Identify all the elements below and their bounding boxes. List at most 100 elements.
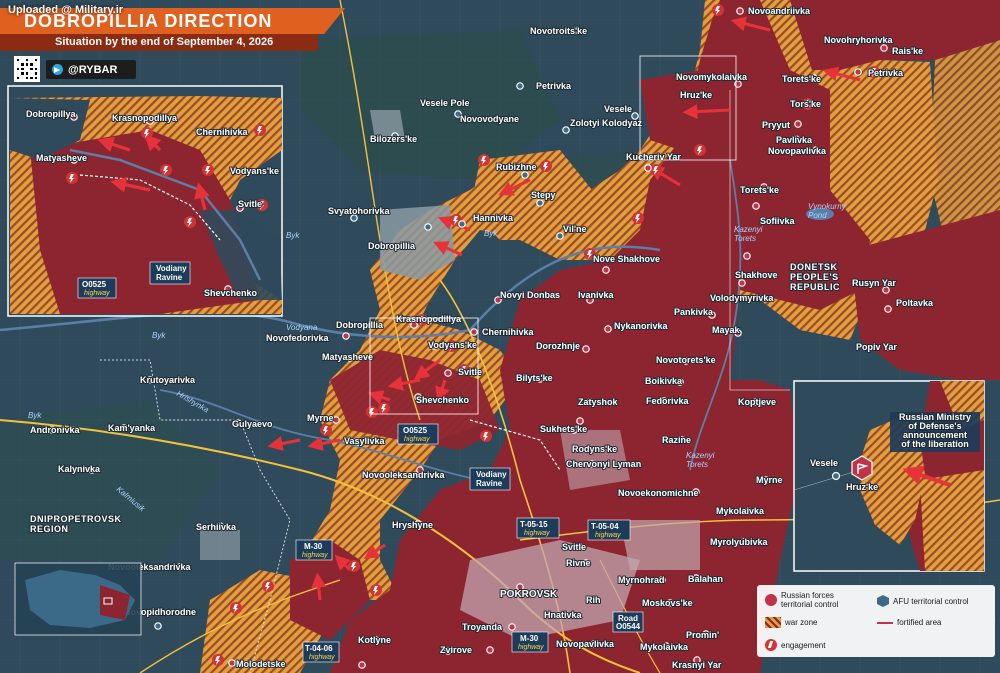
river-label: Byk xyxy=(28,411,42,420)
town-label: Shakhove xyxy=(735,270,778,280)
town-label: Krutoyarivka xyxy=(140,375,196,385)
town-label: Novotorets'ke xyxy=(656,355,716,365)
town-label: Matyasheve xyxy=(322,352,373,362)
inset-town-label: Shevchenko xyxy=(204,288,258,298)
legend-item-engagement: engagement xyxy=(765,639,825,651)
page-subtitle: Situation by the end of September 4, 202… xyxy=(55,36,274,48)
road-tag-m30-south: M-30 highway xyxy=(511,631,549,653)
brand-tag[interactable]: @RYBAR xyxy=(46,60,136,79)
town-label: Mykolaivka xyxy=(716,506,765,516)
town-label: Balahan xyxy=(688,574,723,584)
town-label: Chervonyi Lyman xyxy=(566,459,641,469)
war-zone-swatch xyxy=(765,617,781,628)
town-label: Novooleksandrivka xyxy=(362,470,446,480)
town-label: Torets'ke xyxy=(740,185,779,195)
town-label: Myrolyubivka xyxy=(710,537,769,547)
city-serhiivka xyxy=(200,530,240,560)
town-label: Molodetske xyxy=(236,659,286,669)
town-label: Razine xyxy=(662,435,691,445)
town-label: Hruz'ke xyxy=(680,90,712,100)
river-label: Byk xyxy=(152,331,166,340)
road-tag-o0525: O0525 highway xyxy=(397,423,439,445)
svg-text:Vodiany: Vodiany xyxy=(476,470,507,479)
svg-text:highway: highway xyxy=(524,530,550,537)
town-label: Zvirove xyxy=(440,645,472,655)
capture-flag-icon xyxy=(851,455,873,481)
map-stage: Novoandriivka Novohryhorivka Novotroits'… xyxy=(0,0,1000,673)
town-label: Nove Shakhove xyxy=(593,254,660,264)
road-tag-t0515: T-05-15 highway xyxy=(516,517,560,539)
inset-town-label: Vesele xyxy=(810,458,838,468)
town-label: Nykanorivka xyxy=(614,321,669,331)
town-label: Novopavlivka xyxy=(556,639,615,649)
town-label: Vodyans'ke xyxy=(428,340,477,350)
legend-label: war zone xyxy=(785,618,818,627)
map-canvas: Novoandriivka Novohryhorivka Novotroits'… xyxy=(0,0,1000,673)
town-label: Vasylivka xyxy=(344,436,386,446)
legend-item-russian: Russian forces territorial control xyxy=(765,591,838,609)
town-label: Stepy xyxy=(531,190,556,200)
town-label: Hannivka xyxy=(473,213,514,223)
qr-code-icon[interactable] xyxy=(14,56,40,82)
town-label: Novyi Donbas xyxy=(500,290,560,300)
inset-town-label: Chernihivka xyxy=(196,127,249,137)
town-label: Poltavka xyxy=(896,298,934,308)
inset-town-label: Krasnopodillya xyxy=(112,113,178,123)
town-label: Novopavlivka xyxy=(768,146,827,156)
town-label: Pavlivka xyxy=(776,135,813,145)
legend-label: fortified area xyxy=(897,618,942,627)
town-label: Bilyts'ke xyxy=(516,373,553,383)
inset-town-label: Svitle xyxy=(238,199,262,209)
svg-text:Vodiany: Vodiany xyxy=(156,264,187,273)
town-label: Torets'ke xyxy=(782,74,821,84)
town-label: Svyatohorivka xyxy=(328,206,391,216)
svg-text:highway: highway xyxy=(302,552,328,559)
town-label: Vesele xyxy=(604,104,632,114)
legend-item-afu: AFU territorial control xyxy=(877,595,969,607)
town-label: Troyanda xyxy=(462,622,503,632)
legend-label: engagement xyxy=(781,640,826,650)
town-label: Dorozhnje xyxy=(536,341,580,351)
legend-label: Russian forces territorial control xyxy=(781,591,839,609)
road-tag-t0504: T-05-04 highway xyxy=(587,519,631,541)
town-label: Tors'ke xyxy=(790,99,821,109)
town-label: Boikivka xyxy=(645,376,683,386)
town-label: Svitle xyxy=(562,542,586,552)
town-label: Kotlyne xyxy=(358,635,391,645)
town-label: Dobropillia xyxy=(368,241,416,251)
town-label: Myrnohrad xyxy=(618,575,665,585)
town-label: Serhiivka xyxy=(196,522,237,532)
road-tag-vodiany-ravine: Vodiany Ravine xyxy=(469,467,511,491)
town-label: Chernihivka xyxy=(482,327,535,337)
river-label: Vodyana xyxy=(286,323,318,332)
svg-text:M-30: M-30 xyxy=(304,542,323,551)
telegram-icon xyxy=(52,64,63,75)
legend-item-war-zone: war zone xyxy=(765,617,817,628)
inset-town-label: Hruz'ke xyxy=(846,482,878,492)
town-label: Pryyut xyxy=(762,120,790,130)
svg-text:M-30: M-30 xyxy=(520,634,539,643)
city-myrnohrad xyxy=(620,520,700,570)
town-label: Dobropillia xyxy=(336,320,384,330)
svg-text:T-05-04: T-05-04 xyxy=(591,522,619,531)
town-label: Koptjeve xyxy=(738,397,776,407)
road-tag-m30-west: M-30 highway xyxy=(295,539,333,561)
town-label: Popiv Yar xyxy=(856,342,897,352)
town-label: Zatyshok xyxy=(578,397,619,407)
inset-town-label: Matyasheve xyxy=(36,153,87,163)
road-tag-o0544: Road O0544 xyxy=(612,611,644,633)
town-label: Krasnopodillya xyxy=(396,314,462,324)
town-label: Andronivka xyxy=(30,425,81,435)
town-label: Rubizhne xyxy=(496,162,537,172)
town-label: Volodymyrivka xyxy=(710,293,774,303)
overview-minimap xyxy=(14,562,142,636)
town-label: Krasnyi Yar xyxy=(672,660,722,670)
town-label: Novotroits'ke xyxy=(530,26,587,36)
town-label: Zolotyi Kolodyaz xyxy=(570,118,643,128)
svg-text:T-04-06: T-04-06 xyxy=(305,644,333,653)
town-label: Promin' xyxy=(686,630,719,640)
town-label: Rih xyxy=(586,595,601,605)
russian-control-icon xyxy=(765,594,777,606)
town-label: Kalynivka xyxy=(58,464,101,474)
town-label: Rais'ke xyxy=(892,46,923,56)
